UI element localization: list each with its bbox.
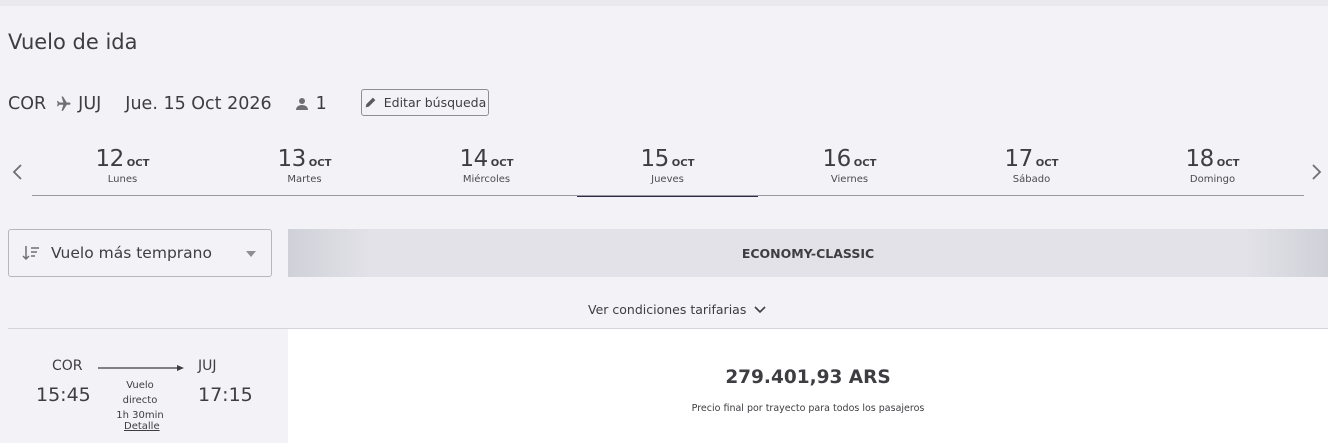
page-title: Vuelo de ida bbox=[8, 30, 138, 54]
date-weekday: Sábado bbox=[1012, 174, 1051, 185]
person-icon bbox=[294, 96, 310, 112]
destination-code: JUJ bbox=[78, 94, 102, 114]
fare-price-note: Precio final por trayecto para todos los… bbox=[691, 403, 925, 414]
arrow-right-icon bbox=[98, 365, 184, 371]
date-month: OCT bbox=[671, 158, 695, 169]
date-divider bbox=[32, 195, 1304, 196]
date-day: 18 bbox=[1185, 146, 1215, 172]
date-option-15-selected[interactable]: 15 OCT Jueves bbox=[577, 146, 758, 197]
search-summary: COR JUJ Jue. 15 Oct 2026 1 bbox=[8, 90, 327, 118]
passenger-count: 1 bbox=[315, 94, 327, 114]
top-band bbox=[0, 0, 1328, 6]
edit-search-label: Editar búsqueda bbox=[383, 95, 487, 110]
date-selector: 12 OCT Lunes 13 OCT Martes 14 OCT Miércoles… bbox=[0, 146, 1328, 198]
date-month: OCT bbox=[853, 158, 877, 169]
departure-time: 15:45 bbox=[36, 384, 91, 406]
arrival-time: 17:15 bbox=[198, 384, 253, 406]
fare-class-header: ECONOMY-CLASSIC bbox=[288, 229, 1328, 277]
fare-class-label: ECONOMY-CLASSIC bbox=[741, 245, 875, 261]
chevron-right-icon bbox=[1312, 164, 1322, 180]
date-day: 13 bbox=[277, 146, 307, 172]
caret-down-icon bbox=[246, 251, 256, 257]
date-option-14[interactable]: 14 OCT Miércoles bbox=[396, 146, 577, 196]
edit-search-button[interactable]: Editar búsqueda bbox=[361, 89, 489, 116]
date-option-17[interactable]: 17 OCT Sábado bbox=[941, 146, 1122, 196]
fare-conditions-toggle[interactable]: Ver condiciones tarifarias bbox=[588, 302, 767, 317]
flight-type-label: Vuelo directo bbox=[122, 380, 158, 406]
date-weekday: Viernes bbox=[830, 174, 869, 185]
date-day: 17 bbox=[1004, 146, 1034, 172]
plane-icon bbox=[54, 95, 72, 113]
flight-duration: 1h 30min bbox=[116, 410, 164, 421]
chevron-left-icon bbox=[12, 164, 22, 180]
flight-detail-link[interactable]: Detalle bbox=[124, 421, 160, 432]
flight-destination-code: JUJ bbox=[198, 358, 217, 374]
date-option-18[interactable]: 18 OCT Domingo bbox=[1122, 146, 1303, 196]
flight-origin-code: COR bbox=[52, 358, 83, 374]
date-option-16[interactable]: 16 OCT Viernes bbox=[759, 146, 940, 196]
date-month: OCT bbox=[126, 158, 150, 169]
date-weekday: Martes bbox=[287, 174, 322, 185]
date-weekday: Lunes bbox=[107, 174, 138, 185]
fare-conditions-label: Ver condiciones tarifarias bbox=[588, 302, 747, 317]
date-month: OCT bbox=[490, 158, 514, 169]
date-day: 15 bbox=[640, 146, 670, 172]
fare-option-card[interactable]: 279.401,93 ARS Precio final por trayecto… bbox=[288, 329, 1328, 443]
date-option-13[interactable]: 13 OCT Martes bbox=[214, 146, 395, 196]
sort-selected-value: Vuelo más temprano bbox=[51, 244, 212, 262]
travel-date: Jue. 15 Oct 2026 bbox=[125, 94, 272, 114]
next-dates-button[interactable] bbox=[1306, 160, 1326, 184]
flight-type: Vuelo directo 1h 30min bbox=[108, 378, 172, 423]
sort-icon bbox=[22, 246, 39, 261]
previous-dates-button[interactable] bbox=[8, 160, 28, 184]
date-day: 14 bbox=[459, 146, 489, 172]
date-option-12[interactable]: 12 OCT Lunes bbox=[32, 146, 213, 196]
date-weekday: Domingo bbox=[1189, 174, 1236, 185]
fare-price: 279.401,93 ARS bbox=[725, 367, 891, 388]
date-weekday: Jueves bbox=[651, 174, 684, 185]
pencil-icon bbox=[365, 97, 376, 108]
date-month: OCT bbox=[1035, 158, 1059, 169]
date-day: 12 bbox=[95, 146, 125, 172]
date-month: OCT bbox=[1216, 158, 1240, 169]
date-day: 16 bbox=[822, 146, 852, 172]
date-month: OCT bbox=[308, 158, 332, 169]
chevron-down-icon bbox=[754, 305, 766, 313]
flight-info: COR JUJ 15:45 17:15 Vuelo directo 1h 30m… bbox=[8, 329, 288, 443]
origin-code: COR bbox=[8, 94, 47, 114]
sort-dropdown[interactable]: Vuelo más temprano bbox=[8, 229, 272, 277]
date-weekday: Miércoles bbox=[462, 174, 511, 185]
